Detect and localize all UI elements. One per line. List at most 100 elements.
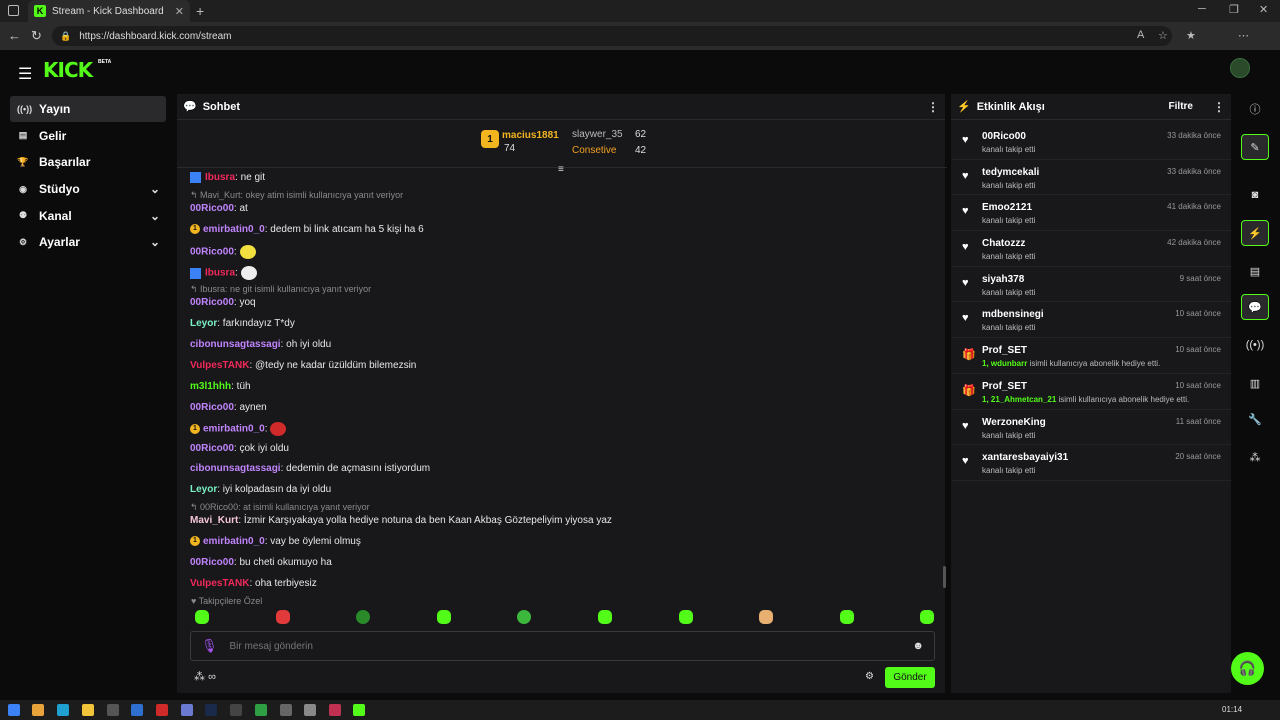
chat-username[interactable]: emirbatin0_0 — [203, 224, 265, 235]
event-username[interactable]: 00Rico00 — [982, 131, 1026, 142]
event-username[interactable]: Chatozzz — [982, 238, 1025, 249]
file-explorer-icon[interactable] — [82, 704, 94, 716]
activity-event[interactable]: ♥ siyah378 kanalı takip etti 9 saat önce — [951, 267, 1231, 303]
favorite-star-icon[interactable]: ☆ — [1158, 29, 1168, 42]
url-field[interactable]: 🔒 https://dashboard.kick.com/stream — [52, 26, 1172, 46]
chat-username[interactable]: 00Rico00 — [190, 247, 234, 258]
send-button[interactable]: Gönder — [885, 667, 935, 688]
chat-username[interactable]: Ibusra — [205, 268, 235, 279]
sidebar-item-yayin[interactable]: ((•)) Yayın — [10, 96, 166, 122]
chat-username[interactable]: emirbatin0_0 — [203, 536, 265, 547]
activity-event[interactable]: ♥ Chatozzz kanalı takip etti 42 dakika önce — [951, 231, 1231, 267]
sidebar-item-gelir[interactable]: ▤ Gelir — [10, 123, 166, 149]
event-username[interactable]: Prof_SET — [982, 345, 1027, 356]
reply-context[interactable]: ↰ 00Rico00: at isimli kullanıcıya yanıt … — [190, 502, 370, 513]
activity-options-icon[interactable]: ⋮ — [1213, 100, 1225, 114]
activity-event[interactable]: ♥ tedymcekali kanalı takip etti 33 dakika ö… — [951, 160, 1231, 196]
activity-event[interactable]: ♥ Emoo2121 kanalı takip etti 41 dakika önce — [951, 195, 1231, 232]
chrome-icon[interactable] — [255, 704, 267, 716]
emote-icon[interactable] — [679, 610, 693, 624]
chat-message-input[interactable] — [229, 640, 901, 652]
restore-icon[interactable]: ❐ — [1229, 3, 1239, 16]
sidebar-item-ayarlar[interactable]: ⚙ Ayarlar ⌄ — [10, 229, 166, 255]
leader-second-name[interactable]: slaywer_35 — [572, 129, 623, 140]
emote-icon[interactable] — [195, 610, 209, 624]
chat-username[interactable]: Leyor — [190, 484, 217, 495]
chat-username[interactable]: VulpesTANK — [190, 360, 249, 371]
app-icon[interactable] — [304, 704, 316, 716]
activity-event[interactable]: ♥ WerzoneKing kanalı takip etti 11 saat önc… — [951, 410, 1231, 446]
chat-options-icon[interactable]: ⋮ — [927, 100, 939, 114]
chat-username[interactable]: Leyor — [190, 318, 217, 329]
points-icon[interactable]: ⁂ — [1241, 444, 1269, 470]
wrench-icon[interactable]: 🔧 — [1241, 406, 1269, 432]
close-tab-icon[interactable]: ✕ — [175, 5, 184, 18]
emote-icon[interactable] — [437, 610, 451, 624]
kick-taskbar-icon[interactable] — [353, 704, 365, 716]
chat-toggle-icon[interactable]: 💬 — [1241, 294, 1269, 320]
activity-event[interactable]: ♥ mdbensinegi kanalı takip etti 10 saat önc… — [951, 302, 1231, 339]
menu-icon[interactable]: ☰ — [18, 64, 32, 84]
chat-scrollbar[interactable] — [943, 566, 946, 588]
activity-event[interactable]: ♥ 00Rico00 kanalı takip etti 33 dakika önce — [951, 124, 1231, 160]
emote-icon[interactable] — [840, 610, 854, 624]
queue-icon[interactable]: ▥ — [1241, 370, 1269, 396]
sidebar-item-studyo[interactable]: ◉ Stüdyo ⌄ — [10, 176, 166, 202]
kick-logo[interactable]: KICK — [43, 58, 93, 82]
leader-first-name[interactable]: macius1881 — [502, 130, 559, 141]
sidebar-item-kanal[interactable]: ⚉ Kanal ⌄ — [10, 203, 166, 229]
emote-icon[interactable] — [356, 610, 370, 624]
emote-icon[interactable] — [598, 610, 612, 624]
app-icon[interactable] — [329, 704, 341, 716]
chat-username[interactable]: cibonunsagtassagi — [190, 463, 281, 474]
more-menu-icon[interactable]: ⋯ — [1238, 29, 1249, 42]
start-icon[interactable] — [8, 704, 20, 716]
site-info-icon[interactable]: 🔒 — [60, 31, 71, 42]
microphone-icon[interactable]: 🎙 — [201, 638, 218, 654]
back-icon[interactable]: ← — [8, 28, 21, 43]
infinity-icon[interactable]: ∞ — [208, 671, 216, 683]
activity-feed-icon[interactable]: ⚡ — [1241, 220, 1269, 246]
event-username[interactable]: siyah378 — [982, 274, 1024, 285]
emote-icon[interactable] — [276, 610, 290, 624]
app-icon[interactable] — [181, 704, 193, 716]
read-aloud-icon[interactable]: A — [1137, 29, 1144, 41]
favorites-icon[interactable]: ★ — [1186, 29, 1196, 42]
chat-username[interactable]: emirbatin0_0 — [203, 424, 265, 435]
activity-event[interactable]: 🎁 Prof_SET 1, 21_Ahmetcan_21 isimli kullan… — [951, 374, 1231, 410]
sidebar-item-basarilar[interactable]: 🏆 Başarılar — [10, 149, 166, 175]
edit-icon[interactable]: ✎ — [1241, 134, 1269, 160]
chat-username[interactable]: 00Rico00 — [190, 557, 234, 568]
chat-username[interactable]: cibonunsagtassagi — [190, 339, 281, 350]
event-username[interactable]: Emoo2121 — [982, 202, 1032, 213]
chat-username[interactable]: 00Rico00 — [190, 203, 234, 214]
minimize-icon[interactable]: ─ — [1198, 3, 1206, 15]
chat-username[interactable]: Ibusra — [205, 172, 235, 183]
chat-username[interactable]: m3l1hhh — [190, 381, 231, 392]
event-username[interactable]: WerzoneKing — [982, 417, 1046, 428]
chat-username[interactable]: 00Rico00 — [190, 297, 234, 308]
chat-username[interactable]: 00Rico00 — [190, 402, 234, 413]
camera-icon[interactable]: ◙ — [1241, 182, 1269, 208]
emote-icon[interactable] — [759, 610, 773, 624]
edge-icon[interactable] — [57, 704, 69, 716]
emote-icon[interactable] — [920, 610, 934, 624]
emoji-picker-icon[interactable]: ☻ — [912, 640, 924, 652]
chat-settings-gear-icon[interactable]: ⚙ — [865, 671, 874, 682]
event-username[interactable]: mdbensinegi — [982, 309, 1044, 320]
new-tab-icon[interactable]: + — [196, 3, 204, 19]
leader-third-name[interactable]: Consetive — [572, 145, 616, 156]
emote-icon[interactable] — [517, 610, 531, 624]
opera-icon[interactable] — [156, 704, 168, 716]
user-avatar[interactable] — [1230, 58, 1250, 78]
app-icon[interactable] — [230, 704, 242, 716]
reply-context[interactable]: ↰ Mavi_Kurt: okey atim isimli kullanıcıy… — [190, 190, 403, 201]
chat-username[interactable]: Mavi_Kurt — [190, 515, 238, 526]
event-username[interactable]: xantaresbayaiyi31 — [982, 452, 1068, 463]
widgets-icon[interactable] — [32, 704, 44, 716]
reply-context[interactable]: ↰ Ibusra: ne git isimli kullanıcıya yanı… — [190, 284, 371, 295]
app-icon[interactable] — [107, 704, 119, 716]
outlook-icon[interactable] — [131, 704, 143, 716]
event-username[interactable]: Prof_SET — [982, 381, 1027, 392]
chat-username[interactable]: 00Rico00 — [190, 443, 234, 454]
